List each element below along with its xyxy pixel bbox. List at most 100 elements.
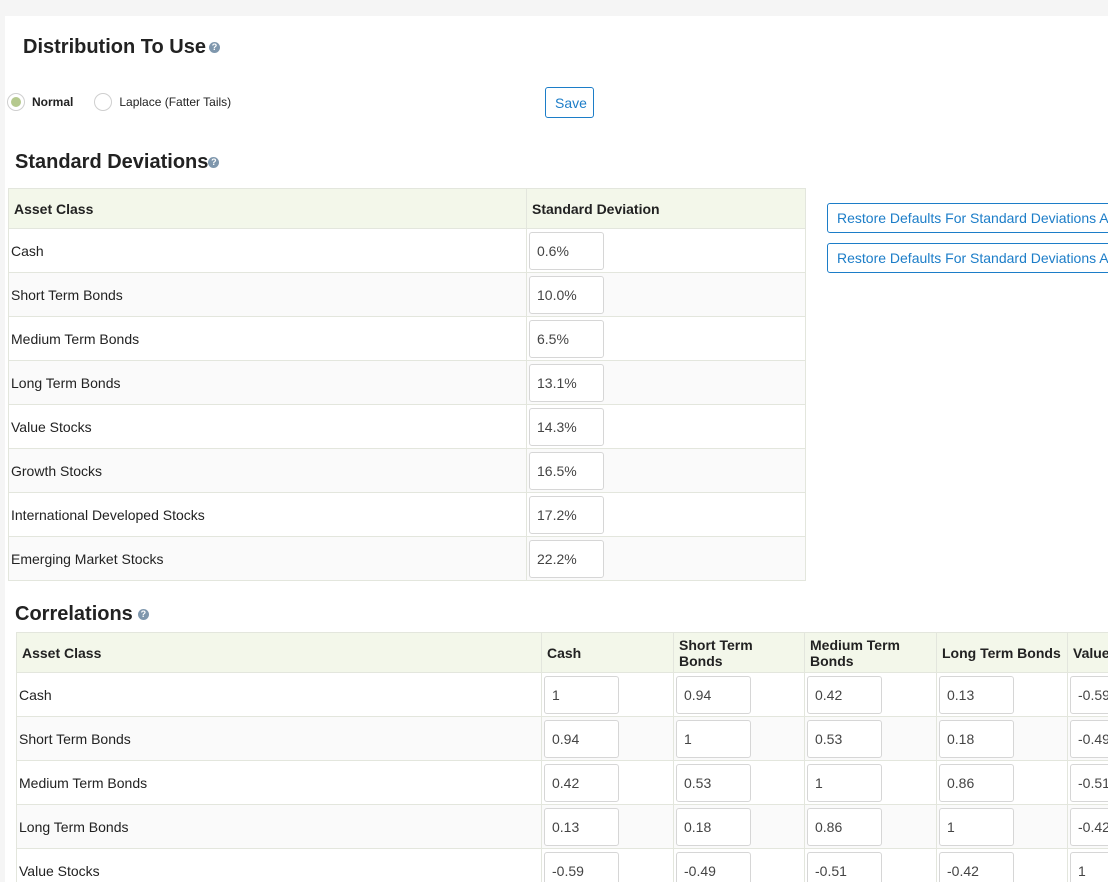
- table-row: Cash: [16, 672, 1108, 717]
- correlation-cell: [804, 672, 937, 717]
- asset-label: Medium Term Bonds: [8, 316, 527, 361]
- std-dev-input[interactable]: [529, 407, 604, 446]
- correlation-input[interactable]: [544, 719, 619, 758]
- correlation-input[interactable]: [676, 763, 751, 802]
- column-header-cash: Cash: [541, 632, 674, 673]
- table-row: Emerging Market Stocks: [8, 536, 806, 581]
- column-header-value: Value: [1067, 632, 1108, 673]
- table-row: Long Term Bonds: [8, 360, 806, 405]
- std-dev-title: Standard Deviations?: [15, 151, 220, 174]
- correlations-table: Asset Class Cash Short Term Bonds Medium…: [16, 632, 1108, 882]
- table-row: Medium Term Bonds: [16, 760, 1108, 805]
- correlations-title: Correlations?: [15, 603, 149, 626]
- correlation-cell: [1067, 804, 1108, 849]
- correlation-input[interactable]: [1070, 851, 1108, 882]
- correlation-cell: [936, 716, 1068, 761]
- restore-defaults-button[interactable]: Restore Defaults For Standard Deviations…: [827, 243, 1108, 273]
- correlation-cell: [1067, 760, 1108, 805]
- correlation-input[interactable]: [807, 675, 882, 714]
- correlation-input[interactable]: [1070, 675, 1108, 714]
- asset-label: Value Stocks: [16, 848, 542, 882]
- std-dev-input[interactable]: [529, 231, 604, 270]
- std-dev-input[interactable]: [529, 363, 604, 402]
- table-row: Cash: [8, 228, 806, 273]
- table-row: Medium Term Bonds: [8, 316, 806, 361]
- asset-label: Value Stocks: [8, 404, 527, 449]
- std-dev-input[interactable]: [529, 275, 604, 314]
- correlation-cell: [936, 672, 1068, 717]
- correlation-input[interactable]: [676, 807, 751, 846]
- restore-defaults-button[interactable]: Restore Defaults For Standard Deviations…: [827, 203, 1108, 233]
- correlation-cell: [673, 672, 805, 717]
- correlation-cell: [673, 848, 805, 882]
- correlation-input[interactable]: [1070, 719, 1108, 758]
- asset-label: International Developed Stocks: [8, 492, 527, 537]
- column-header-short-term-bonds: Short Term Bonds: [673, 632, 805, 673]
- column-header-long-term-bonds: Long Term Bonds: [936, 632, 1068, 673]
- correlation-cell: [804, 716, 937, 761]
- correlation-cell: [1067, 672, 1108, 717]
- radio-normal-label[interactable]: Normal: [32, 95, 73, 109]
- save-button[interactable]: Save: [545, 87, 594, 118]
- correlation-input[interactable]: [544, 675, 619, 714]
- radio-laplace-label[interactable]: Laplace (Fatter Tails): [119, 95, 231, 109]
- asset-label: Cash: [8, 228, 527, 273]
- std-dev-input[interactable]: [529, 539, 604, 578]
- correlation-cell: [804, 760, 937, 805]
- column-header-asset-class: Asset Class: [8, 188, 527, 229]
- correlation-cell: [936, 760, 1068, 805]
- distribution-title: Distribution To Use?: [23, 36, 220, 59]
- radio-normal[interactable]: [7, 93, 25, 111]
- correlation-cell: [541, 804, 674, 849]
- table-row: Short Term Bonds: [16, 716, 1108, 761]
- correlation-input[interactable]: [676, 675, 751, 714]
- correlation-cell: [1067, 848, 1108, 882]
- correlation-input[interactable]: [544, 807, 619, 846]
- asset-label: Cash: [16, 672, 542, 717]
- table-row: Value Stocks: [8, 404, 806, 449]
- asset-label: Short Term Bonds: [8, 272, 527, 317]
- asset-label: Growth Stocks: [8, 448, 527, 493]
- correlation-input[interactable]: [807, 851, 882, 882]
- column-header-standard-deviation: Standard Deviation: [526, 188, 806, 229]
- correlation-input[interactable]: [807, 807, 882, 846]
- correlation-input[interactable]: [939, 763, 1014, 802]
- correlation-input[interactable]: [939, 675, 1014, 714]
- correlation-input[interactable]: [1070, 807, 1108, 846]
- help-icon[interactable]: ?: [137, 609, 149, 621]
- table-row: International Developed Stocks: [8, 492, 806, 537]
- table-row: Long Term Bonds: [16, 804, 1108, 849]
- correlation-input[interactable]: [939, 807, 1014, 846]
- correlation-input[interactable]: [807, 763, 882, 802]
- std-dev-input[interactable]: [529, 495, 604, 534]
- correlation-cell: [1067, 716, 1108, 761]
- table-row: Growth Stocks: [8, 448, 806, 493]
- asset-label: Long Term Bonds: [8, 360, 527, 405]
- correlation-cell: [673, 804, 805, 849]
- help-icon[interactable]: ?: [208, 42, 220, 54]
- correlation-cell: [804, 804, 937, 849]
- correlation-cell: [541, 760, 674, 805]
- correlation-cell: [673, 716, 805, 761]
- table-row: Value Stocks: [16, 848, 1108, 882]
- correlation-cell: [804, 848, 937, 882]
- std-dev-input[interactable]: [529, 319, 604, 358]
- table-row: Short Term Bonds: [8, 272, 806, 317]
- correlation-input[interactable]: [544, 763, 619, 802]
- correlation-cell: [541, 672, 674, 717]
- column-header-asset-class: Asset Class: [16, 632, 542, 673]
- std-dev-input[interactable]: [529, 451, 604, 490]
- correlation-cell: [673, 760, 805, 805]
- correlation-input[interactable]: [807, 719, 882, 758]
- asset-label: Medium Term Bonds: [16, 760, 542, 805]
- correlation-input[interactable]: [676, 851, 751, 882]
- settings-panel: Distribution To Use? Normal Laplace (Fat…: [5, 16, 1108, 882]
- correlation-input[interactable]: [1070, 763, 1108, 802]
- correlation-input[interactable]: [676, 719, 751, 758]
- radio-laplace[interactable]: [94, 93, 113, 111]
- correlation-input[interactable]: [939, 851, 1014, 882]
- help-icon[interactable]: ?: [208, 157, 220, 169]
- correlation-input[interactable]: [939, 719, 1014, 758]
- asset-label: Short Term Bonds: [16, 716, 542, 761]
- correlation-input[interactable]: [544, 851, 619, 882]
